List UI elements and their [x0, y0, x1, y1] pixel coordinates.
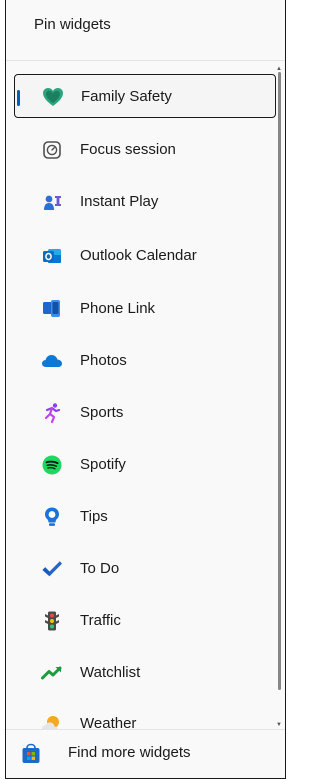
menu-title: Pin widgets	[34, 16, 111, 33]
trend-chart-icon	[40, 661, 64, 685]
widget-item-label: To Do	[80, 560, 120, 577]
widget-item-label: Instant Play	[80, 193, 159, 210]
widget-item-outlook-calendar[interactable]: Outlook Calendar	[14, 234, 276, 278]
widget-picker-frame: Pin widgets Family Safety Focus session …	[0, 0, 289, 779]
clock-icon	[40, 138, 64, 162]
widget-item-family-safety[interactable]: Family Safety	[14, 74, 276, 118]
widget-item-traffic[interactable]: Traffic	[14, 599, 276, 643]
traffic-light-icon	[40, 609, 64, 633]
cloud-photos-icon	[40, 349, 64, 373]
widget-item-label: Photos	[80, 352, 127, 369]
widget-item-tips[interactable]: Tips	[14, 495, 276, 539]
widget-item-watchlist[interactable]: Watchlist	[14, 651, 276, 695]
widget-item-label: Spotify	[80, 456, 126, 473]
widget-item-label: Outlook Calendar	[80, 247, 197, 264]
phone-link-icon	[40, 297, 64, 321]
widget-item-instant-play[interactable]: Instant Play	[14, 180, 276, 224]
runner-icon	[40, 401, 64, 425]
widget-item-label: Focus session	[80, 141, 176, 158]
scrollbar[interactable]: ▲ ▼	[276, 66, 282, 728]
find-more-widgets-button[interactable]: Find more widgets	[6, 729, 285, 778]
spotify-icon	[40, 453, 64, 477]
checkmark-icon	[40, 557, 64, 581]
widget-item-focus-session[interactable]: Focus session	[14, 128, 276, 172]
widget-item-phone-link[interactable]: Phone Link	[14, 287, 276, 331]
widget-item-sports[interactable]: Sports	[14, 391, 276, 435]
widget-item-spotify[interactable]: Spotify	[14, 443, 276, 487]
menu-header: Pin widgets	[6, 0, 285, 61]
scrollbar-thumb[interactable]	[278, 72, 281, 690]
lightbulb-icon	[40, 505, 64, 529]
widget-item-label: Phone Link	[80, 300, 156, 317]
find-more-widgets-label: Find more widgets	[68, 744, 191, 761]
outlook-icon	[40, 244, 64, 268]
scroll-down-arrow-icon[interactable]: ▼	[276, 722, 282, 728]
widget-item-photos[interactable]: Photos	[14, 339, 276, 383]
widget-item-label: Traffic	[80, 612, 121, 629]
heart-shield-icon	[41, 85, 65, 109]
widget-item-label: Sports	[80, 404, 124, 421]
widget-item-label: Family Safety	[81, 88, 172, 105]
game-pieces-icon	[40, 190, 64, 214]
widget-item-label: Watchlist	[80, 664, 141, 681]
widget-item-to-do[interactable]: To Do	[14, 547, 276, 591]
widget-item-label: Tips	[80, 508, 108, 525]
store-icon	[20, 743, 42, 765]
pin-widgets-menu: Pin widgets Family Safety Focus session …	[5, 0, 286, 779]
selection-indicator	[17, 90, 20, 106]
